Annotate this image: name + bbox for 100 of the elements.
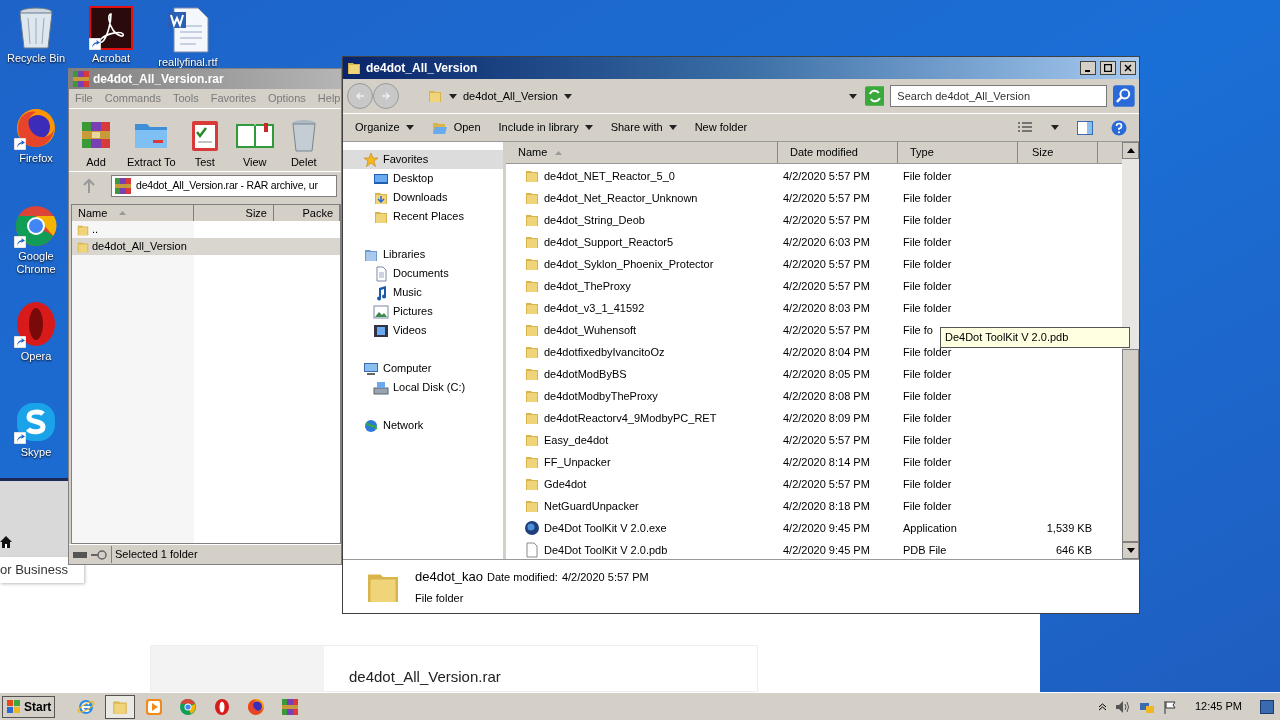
folder-icon [524, 212, 540, 228]
type-cell-text: File folder [903, 366, 952, 382]
file-title: de4dot_All_Version.rar [349, 667, 501, 687]
menu-entry[interactable]: or Business [0, 557, 84, 583]
column-header[interactable]: Date modified [778, 142, 898, 163]
toolbar-button[interactable]: Extract To [127, 112, 176, 170]
file-name[interactable]: de4dot_TheProxy [544, 277, 631, 295]
show-desktop-button[interactable] [1260, 699, 1274, 714]
date-cell-text: 4/2/2020 9:45 PM [782, 542, 871, 558]
toolbar-button[interactable]: Add [79, 112, 113, 170]
close-button[interactable] [1120, 61, 1136, 75]
date-value: 4/2/2020 5:57 PM [561, 569, 649, 585]
column-header[interactable]: Size [1018, 142, 1098, 163]
archive-row[interactable]: .. [72, 221, 340, 238]
folder-icon [427, 88, 443, 104]
nav-item[interactable]: Computer [343, 359, 503, 378]
film-icon [373, 322, 389, 339]
file-name[interactable]: de4dotReactorv4_9ModbyPC_RET [544, 409, 717, 427]
key-icon [91, 549, 107, 560]
archive-icon [281, 697, 300, 716]
size-cell-text: 646 KB [1054, 542, 1092, 558]
desktop-shortcut-icon[interactable] [14, 300, 58, 348]
view-options-icon[interactable] [1017, 120, 1033, 135]
nav-item[interactable]: Downloads [343, 188, 503, 207]
column-header[interactable]: Packe [274, 205, 340, 221]
item-name: de4dot_kao [415, 567, 483, 586]
desktop-icon-label: Opera [20, 350, 52, 363]
type-cell-text: File folder [903, 234, 952, 250]
clock[interactable]: 12:45 PM [1194, 698, 1242, 715]
caret-icon [449, 93, 457, 99]
search-field[interactable]: Search de4dot_All_Version [890, 85, 1108, 107]
file-name[interactable]: Easy_de4dot [544, 431, 609, 449]
command-button[interactable]: Organize [355, 119, 414, 136]
nav-item[interactable]: Music [343, 283, 503, 302]
date-cell-text: 4/2/2020 8:05 PM [782, 366, 871, 382]
nav-item[interactable]: Desktop [343, 169, 503, 188]
scroll-up-icon[interactable] [1126, 148, 1135, 153]
taskbar-button[interactable] [105, 694, 136, 719]
preview-pane-icon[interactable] [1077, 120, 1093, 135]
scroll-down-icon[interactable] [1126, 548, 1135, 553]
desktop-icon-label: Acrobat [92, 52, 130, 65]
address-bar[interactable]: de4dot_All_Version [425, 85, 859, 107]
desktop-shortcut-icon[interactable] [14, 106, 58, 150]
sort-arrow-icon [555, 150, 563, 155]
command-button[interactable]: Include in library [498, 119, 593, 136]
file-name[interactable]: de4dotfixedbyIvancitoOz [544, 343, 665, 361]
command-button[interactable]: Open [431, 119, 481, 136]
column-header[interactable]: Size [194, 205, 274, 221]
date-cell-text: 4/2/2020 5:57 PM [782, 190, 871, 206]
caret-icon [1051, 125, 1059, 130]
date-cell-text: 4/2/2020 5:57 PM [782, 168, 871, 184]
scrollbar[interactable] [1122, 142, 1139, 559]
file-name[interactable]: Gde4dot [544, 475, 587, 493]
type-cell-text: File folder [903, 168, 952, 184]
help-icon[interactable] [1111, 119, 1127, 136]
file-name[interactable]: de4dot_Support_Reactor5 [544, 233, 674, 251]
refresh-icon[interactable] [864, 86, 885, 106]
file-name[interactable]: de4dot_String_Deob [544, 211, 645, 229]
start-button[interactable]: Start [2, 695, 56, 718]
nav-item[interactable]: Local Disk (C:) [343, 378, 503, 397]
toolbar-button[interactable]: Test [189, 112, 220, 170]
command-button[interactable]: Share with [610, 119, 677, 136]
toolbar-button[interactable]: Delet [289, 112, 318, 170]
nav-item[interactable]: Libraries [343, 245, 503, 264]
file-name[interactable]: De4Dot ToolKit V 2.0.exe [544, 519, 667, 537]
maximize-button[interactable] [1100, 61, 1116, 75]
file-name[interactable]: de4dotModbyTheProxy [544, 387, 658, 405]
column-header[interactable]: Type [898, 142, 1018, 163]
file-name[interactable]: de4dot_v3_1_41592 [544, 299, 645, 317]
type-cell-text: PDB File [903, 542, 947, 558]
home-icon[interactable] [0, 535, 12, 549]
flag-icon[interactable] [1162, 699, 1177, 714]
date-cell-text: 4/2/2020 8:09 PM [782, 410, 871, 426]
search-icon[interactable] [1113, 85, 1135, 107]
toolbar-button[interactable]: View [233, 112, 276, 170]
folder-icon [524, 476, 540, 492]
file-name[interactable]: De4Dot ToolKit V 2.0.pdb [544, 541, 668, 559]
speaker-icon[interactable] [1114, 699, 1131, 714]
nav-item[interactable]: Network [343, 416, 503, 435]
nav-item[interactable]: Videos [343, 321, 503, 340]
nav-item[interactable]: Documents [343, 264, 503, 283]
minimize-button[interactable] [1080, 61, 1096, 75]
file-name[interactable]: de4dot_Net_Reactor_Unknown [544, 189, 698, 207]
column-header[interactable]: Name [506, 142, 778, 163]
file-name[interactable]: de4dotModByBS [544, 365, 627, 383]
address-field[interactable]: de4dot_All_Version.rar - RAR archive, ur [111, 175, 337, 197]
nav-item[interactable]: Pictures [343, 302, 503, 321]
file-name[interactable]: FF_Unpacker [544, 453, 611, 471]
file-name[interactable]: de4dot_Syklon_Phoenix_Protector [544, 255, 714, 273]
chevron-up-icon[interactable] [1097, 702, 1107, 711]
folder-icon [524, 300, 540, 316]
file-name[interactable]: NetGuardUnpacker [544, 497, 639, 515]
nav-item[interactable]: Recent Places [343, 207, 503, 226]
desktop-shortcut-icon[interactable] [89, 6, 133, 50]
file-name[interactable]: de4dot_Wuhensoft [544, 321, 637, 339]
nav-item[interactable]: Favorites [343, 150, 503, 169]
file-name[interactable]: de4dot_NET_Reactor_5_0 [544, 167, 675, 185]
archive-row[interactable]: de4dot_All_Version [72, 238, 340, 255]
window-title: de4dot_All_Version.rar [93, 71, 224, 88]
command-button[interactable]: New folder [694, 119, 748, 136]
